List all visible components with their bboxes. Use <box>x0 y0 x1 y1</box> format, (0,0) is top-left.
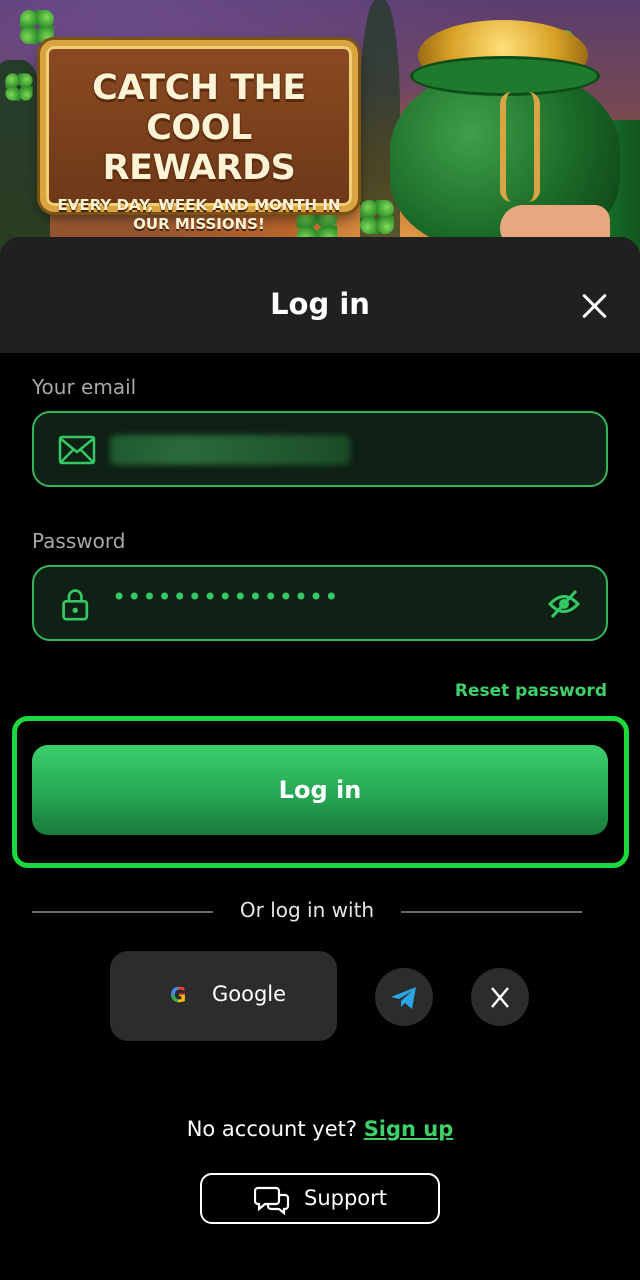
google-label: Google <box>212 982 287 1006</box>
chat-bubbles-icon <box>254 1186 290 1216</box>
x-logo-icon <box>491 987 509 1008</box>
divider-text: Or log in with <box>239 898 375 922</box>
email-value-redacted <box>110 435 350 465</box>
email-field[interactable] <box>32 411 608 487</box>
sheet-header: Log in <box>0 237 640 353</box>
banner-subtitle: EVERY DAY, WEEK AND MONTH IN OUR MISSION… <box>57 196 341 233</box>
divider-line-right <box>401 911 582 913</box>
password-field[interactable]: ••••••••••••••• <box>32 565 608 641</box>
reset-password-link[interactable]: Reset password <box>455 681 607 701</box>
banner-title: CATCH THE COOL REWARDS <box>92 68 306 188</box>
signup-link[interactable]: Sign up <box>364 1117 454 1141</box>
telegram-icon <box>391 987 416 1009</box>
rewards-sign: CATCH THE COOL REWARDS EVERY DAY, WEEK A… <box>40 40 358 233</box>
google-g-icon: G <box>170 983 187 1007</box>
clover-icon <box>20 10 54 44</box>
support-label: Support <box>304 1186 388 1210</box>
rope-decoration <box>500 92 540 202</box>
login-button[interactable]: Log in <box>32 745 608 835</box>
signup-row: No account yet? Sign up <box>0 1117 640 1141</box>
google-login-button[interactable]: G Google <box>110 951 337 1041</box>
signup-prompt: No account yet? <box>186 1117 357 1141</box>
eye-off-icon[interactable] <box>548 589 580 619</box>
clover-icon <box>360 200 394 234</box>
envelope-icon <box>58 435 96 465</box>
telegram-login-button[interactable] <box>375 968 433 1026</box>
dialog-title: Log in <box>270 287 370 321</box>
lock-icon <box>62 589 89 621</box>
divider-line-left <box>32 911 213 913</box>
close-icon[interactable] <box>580 291 610 321</box>
password-label: Password <box>32 529 126 553</box>
clover-icon <box>5 73 33 101</box>
login-sheet: Log in Your email Password •••••••••••••… <box>0 237 640 1280</box>
password-value: ••••••••••••••• <box>112 583 340 611</box>
support-button[interactable]: Support <box>200 1173 440 1224</box>
email-label: Your email <box>32 375 137 399</box>
bag-rim <box>410 56 600 96</box>
x-login-button[interactable] <box>471 968 529 1026</box>
